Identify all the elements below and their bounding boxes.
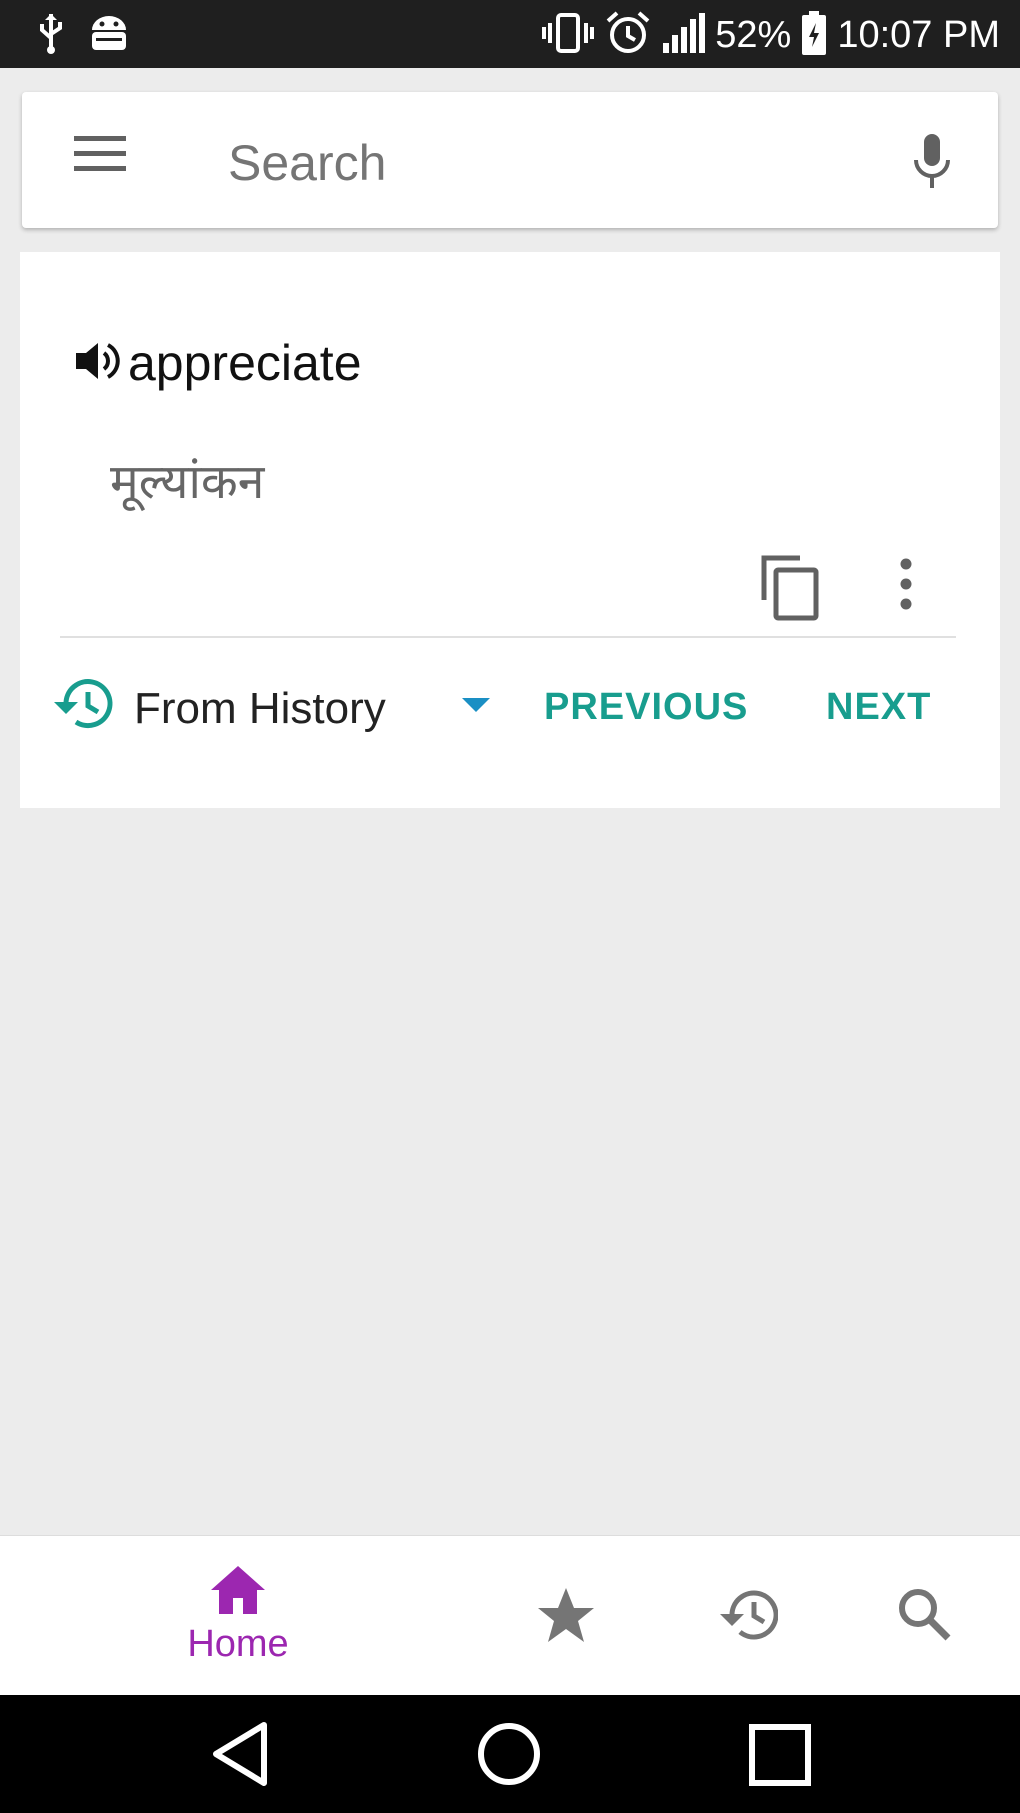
history-icon[interactable]	[50, 674, 116, 739]
search-input[interactable]: Search	[228, 134, 386, 192]
search-icon[interactable]	[896, 1586, 952, 1647]
next-button[interactable]: NEXT	[826, 686, 931, 729]
card-divider	[60, 636, 956, 638]
history-nav-icon[interactable]	[716, 1586, 779, 1649]
speaker-icon[interactable]	[72, 337, 120, 390]
back-icon[interactable]	[210, 1721, 270, 1792]
search-bar[interactable]: Search	[22, 92, 998, 228]
system-navigation-bar	[0, 1695, 1020, 1813]
nav-home-label: Home	[187, 1623, 289, 1665]
alarm-icon	[605, 10, 651, 61]
word-text: appreciate	[128, 335, 362, 391]
history-source-label[interactable]: From History	[134, 684, 386, 734]
vibrate-icon	[541, 11, 595, 60]
battery-icon	[801, 11, 827, 60]
android-icon	[88, 12, 130, 61]
translation-card: appreciate मूल्यांकन From History PREVIO…	[20, 252, 1000, 808]
nav-home[interactable]: Home	[160, 1564, 316, 1666]
dropdown-arrow-icon[interactable]	[462, 698, 490, 719]
usb-icon	[36, 12, 66, 61]
more-vert-icon[interactable]	[898, 558, 914, 615]
battery-percent: 52%	[715, 14, 792, 56]
home-icon	[211, 1566, 265, 1614]
status-time: 10:07 PM	[837, 14, 1000, 56]
previous-button[interactable]: PREVIOUS	[544, 686, 748, 729]
translation-text: मूल्यांकन	[110, 454, 265, 510]
recent-apps-icon[interactable]	[748, 1723, 812, 1792]
star-icon[interactable]	[536, 1586, 596, 1649]
microphone-icon[interactable]	[912, 132, 952, 197]
status-bar: 52% 10:07 PM	[0, 0, 1020, 68]
hamburger-menu-icon[interactable]	[72, 132, 128, 181]
signal-icon	[661, 13, 706, 58]
bottom-navigation: Home	[0, 1535, 1020, 1695]
copy-icon[interactable]	[758, 552, 822, 627]
word-row: appreciate	[72, 334, 362, 392]
home-circle-icon[interactable]	[476, 1721, 542, 1792]
